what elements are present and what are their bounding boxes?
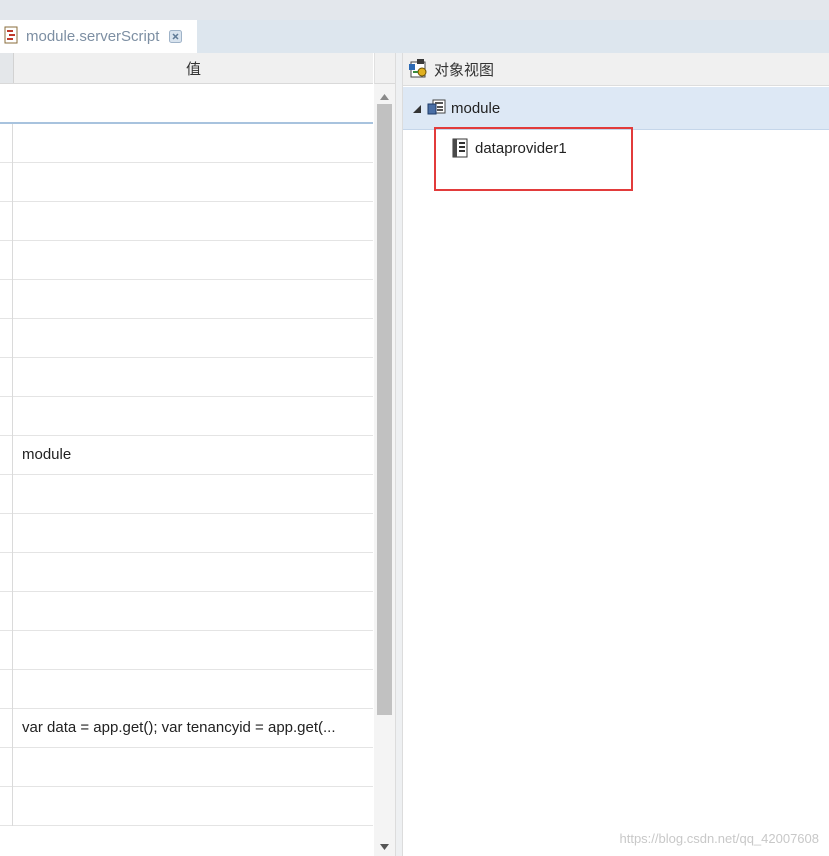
row-value-cell[interactable]	[22, 787, 367, 825]
watermark-text: https://blog.csdn.net/qq_42007608	[619, 831, 820, 846]
row-value-cell[interactable]	[22, 202, 367, 240]
object-view-header: 对象视图	[403, 53, 829, 86]
tree-node-module[interactable]: module	[403, 87, 829, 130]
row-value-cell[interactable]	[22, 592, 367, 630]
table-row[interactable]	[0, 280, 373, 319]
expanded-arrow-icon[interactable]	[411, 103, 421, 113]
table-row[interactable]	[0, 514, 373, 553]
row-value-cell[interactable]	[22, 124, 367, 162]
row-value-cell[interactable]	[22, 241, 367, 279]
splitter[interactable]	[395, 53, 403, 856]
row-name-cell[interactable]	[0, 202, 13, 241]
row-value-cell[interactable]: module	[22, 436, 367, 474]
scrollbar-header-corner	[374, 53, 396, 84]
grid-rows: module var data = app.get(); var tenancy…	[0, 124, 373, 826]
row-name-cell[interactable]	[0, 280, 13, 319]
row-value-cell[interactable]	[22, 553, 367, 591]
tab-module-serverscript[interactable]: module.serverScript	[0, 20, 197, 53]
row-name-cell[interactable]	[0, 748, 13, 787]
table-row[interactable]	[0, 631, 373, 670]
row-name-cell[interactable]	[0, 592, 13, 631]
row-value-cell[interactable]	[22, 163, 367, 201]
table-row[interactable]: module	[0, 436, 373, 475]
vertical-scrollbar[interactable]	[374, 84, 395, 856]
row-name-cell[interactable]	[0, 787, 13, 826]
tab-label: module.serverScript	[26, 28, 160, 45]
row-value-cell[interactable]	[22, 397, 367, 435]
object-view-panel: 对象视图 module dataprovider1	[403, 53, 829, 856]
scrollbar-thumb[interactable]	[377, 104, 392, 715]
row-value-cell[interactable]	[22, 670, 367, 708]
table-row[interactable]	[0, 202, 373, 241]
table-row[interactable]	[0, 787, 373, 826]
row-value-cell[interactable]	[22, 358, 367, 396]
table-row[interactable]	[0, 670, 373, 709]
top-strip	[0, 0, 829, 20]
table-row[interactable]	[0, 241, 373, 280]
row-name-cell[interactable]	[0, 241, 13, 280]
row-value-cell[interactable]	[22, 631, 367, 669]
row-value-cell[interactable]	[22, 748, 367, 786]
row-name-cell[interactable]	[0, 436, 13, 475]
table-row[interactable]	[0, 319, 373, 358]
row-name-cell[interactable]	[0, 670, 13, 709]
row-name-cell[interactable]	[0, 124, 13, 163]
scroll-down-icon[interactable]	[374, 838, 395, 856]
row-name-cell[interactable]	[0, 319, 13, 358]
close-icon[interactable]	[169, 30, 183, 43]
row-name-cell[interactable]	[0, 631, 13, 670]
module-icon	[427, 98, 447, 118]
script-file-icon	[4, 26, 20, 48]
table-row[interactable]: var data = app.get(); var tenancyid = ap…	[0, 709, 373, 748]
object-view-icon	[409, 59, 429, 79]
row-value-cell[interactable]	[22, 319, 367, 357]
value-column-header[interactable]: 值	[14, 53, 373, 83]
table-row[interactable]	[0, 553, 373, 592]
row-name-cell[interactable]	[0, 709, 13, 748]
table-row[interactable]	[0, 124, 373, 163]
tree-node-label: module	[451, 99, 501, 117]
table-row[interactable]	[0, 397, 373, 436]
row-value-cell[interactable]: var data = app.get(); var tenancyid = ap…	[22, 709, 367, 747]
row-name-cell[interactable]	[0, 397, 13, 436]
row-name-cell[interactable]	[0, 553, 13, 592]
row-value-cell[interactable]	[22, 514, 367, 552]
object-view-title: 对象视图	[434, 61, 495, 79]
row-value-cell[interactable]	[22, 475, 367, 513]
row-name-cell[interactable]	[0, 358, 13, 397]
table-row[interactable]	[0, 163, 373, 202]
table-row[interactable]	[0, 475, 373, 514]
row-name-cell[interactable]	[0, 163, 13, 202]
dataprovider-icon	[451, 138, 471, 158]
row-name-cell[interactable]	[0, 475, 13, 514]
property-grid: 值 module var data = app.get(); var tenan…	[0, 53, 396, 856]
row-name-cell[interactable]	[0, 514, 13, 553]
tree-node-dataprovider1[interactable]: dataprovider1	[451, 136, 567, 160]
grid-edit-row[interactable]	[0, 84, 373, 124]
table-row[interactable]	[0, 592, 373, 631]
table-row[interactable]	[0, 358, 373, 397]
tree-node-label: dataprovider1	[475, 139, 567, 157]
row-value-cell[interactable]	[22, 280, 367, 318]
table-row[interactable]	[0, 748, 373, 787]
grid-header: 值	[0, 53, 373, 84]
name-column-header[interactable]	[0, 53, 14, 83]
editor-tab-bar: module.serverScript	[0, 20, 829, 54]
